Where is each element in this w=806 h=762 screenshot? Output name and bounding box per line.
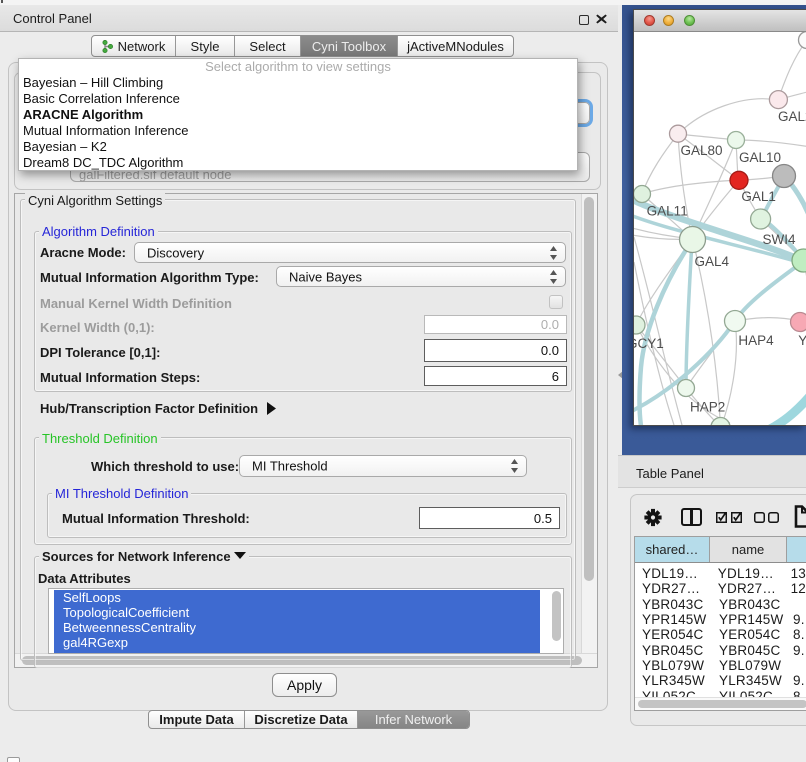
svg-text:YJL: YJL	[798, 333, 806, 348]
svg-text:SWI4: SWI4	[762, 232, 795, 247]
svg-text:GCY1: GCY1	[634, 336, 664, 351]
svg-text:GAL1: GAL1	[741, 189, 776, 204]
svg-text:GAL11: GAL11	[647, 204, 688, 219]
svg-text:GAL4: GAL4	[695, 254, 730, 269]
svg-text:GAL2: GAL2	[778, 109, 806, 124]
svg-text:HAP4: HAP4	[738, 333, 774, 348]
svg-text:GAL80: GAL80	[680, 143, 722, 158]
svg-text:GAL10: GAL10	[739, 150, 781, 165]
svg-text:HAP2: HAP2	[690, 400, 725, 415]
